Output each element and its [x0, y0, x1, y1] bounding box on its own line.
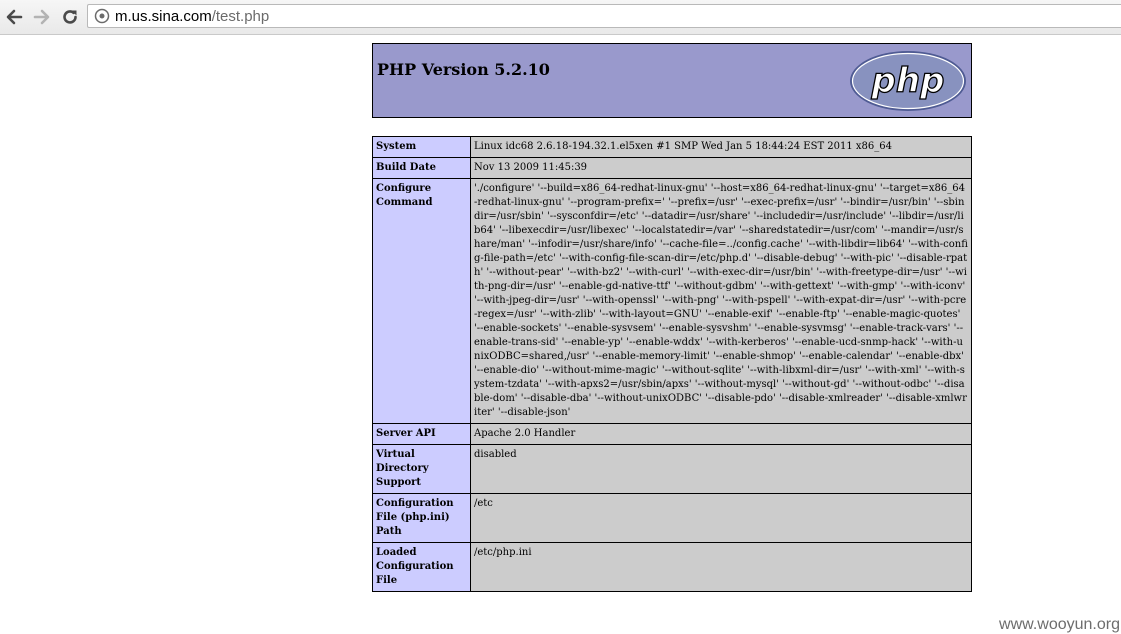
row-value: /etc/php.ini	[470, 542, 972, 592]
row-value: disabled	[470, 444, 972, 494]
reload-icon	[63, 10, 77, 24]
watermark: www.wooyun.org	[999, 616, 1120, 633]
back-arrow-icon	[6, 9, 23, 25]
row-value: Nov 13 2009 11:45:39	[470, 157, 972, 179]
table-row: Server API Apache 2.0 Handler	[372, 423, 972, 445]
php-logo-text: php	[871, 61, 945, 101]
php-version-title: PHP Version 5.2.10	[377, 60, 550, 79]
url-host: m.us.sina.com	[115, 8, 212, 25]
row-key: Build Date	[372, 157, 471, 179]
php-version-header: PHP Version 5.2.10 php	[372, 43, 972, 118]
row-value: Apache 2.0 Handler	[470, 423, 972, 445]
reload-button[interactable]	[58, 5, 82, 29]
url-text: m.us.sina.com/test.php	[115, 8, 269, 25]
forward-button[interactable]	[30, 5, 54, 29]
row-key: Loaded Configuration File	[372, 542, 471, 592]
row-key: System	[372, 136, 471, 158]
page-icon	[94, 8, 110, 24]
table-row: System Linux idc68 2.6.18-194.32.1.el5xe…	[372, 136, 972, 158]
row-key: Virtual Directory Support	[372, 444, 471, 494]
php-info-table: System Linux idc68 2.6.18-194.32.1.el5xe…	[372, 136, 972, 592]
row-key: Server API	[372, 423, 471, 445]
php-logo[interactable]: php	[848, 49, 968, 113]
table-row: Build Date Nov 13 2009 11:45:39	[372, 157, 972, 179]
forward-arrow-icon	[33, 9, 50, 25]
table-row: Virtual Directory Support disabled	[372, 444, 972, 494]
table-row: Configuration File (php.ini) Path /etc	[372, 493, 972, 543]
table-row: Configure Command './configure' '--build…	[372, 178, 972, 424]
back-button[interactable]	[2, 5, 26, 29]
address-bar[interactable]: m.us.sina.com/test.php	[87, 4, 1121, 28]
row-value: /etc	[470, 493, 972, 543]
row-key: Configuration File (php.ini) Path	[372, 493, 471, 543]
row-key: Configure Command	[372, 178, 471, 424]
browser-toolbar: m.us.sina.com/test.php	[0, 0, 1121, 35]
row-value: './configure' '--build=x86_64-redhat-lin…	[470, 178, 972, 424]
url-path: /test.php	[211, 8, 270, 25]
table-row: Loaded Configuration File /etc/php.ini	[372, 542, 972, 592]
row-value: Linux idc68 2.6.18-194.32.1.el5xen #1 SM…	[470, 136, 972, 158]
